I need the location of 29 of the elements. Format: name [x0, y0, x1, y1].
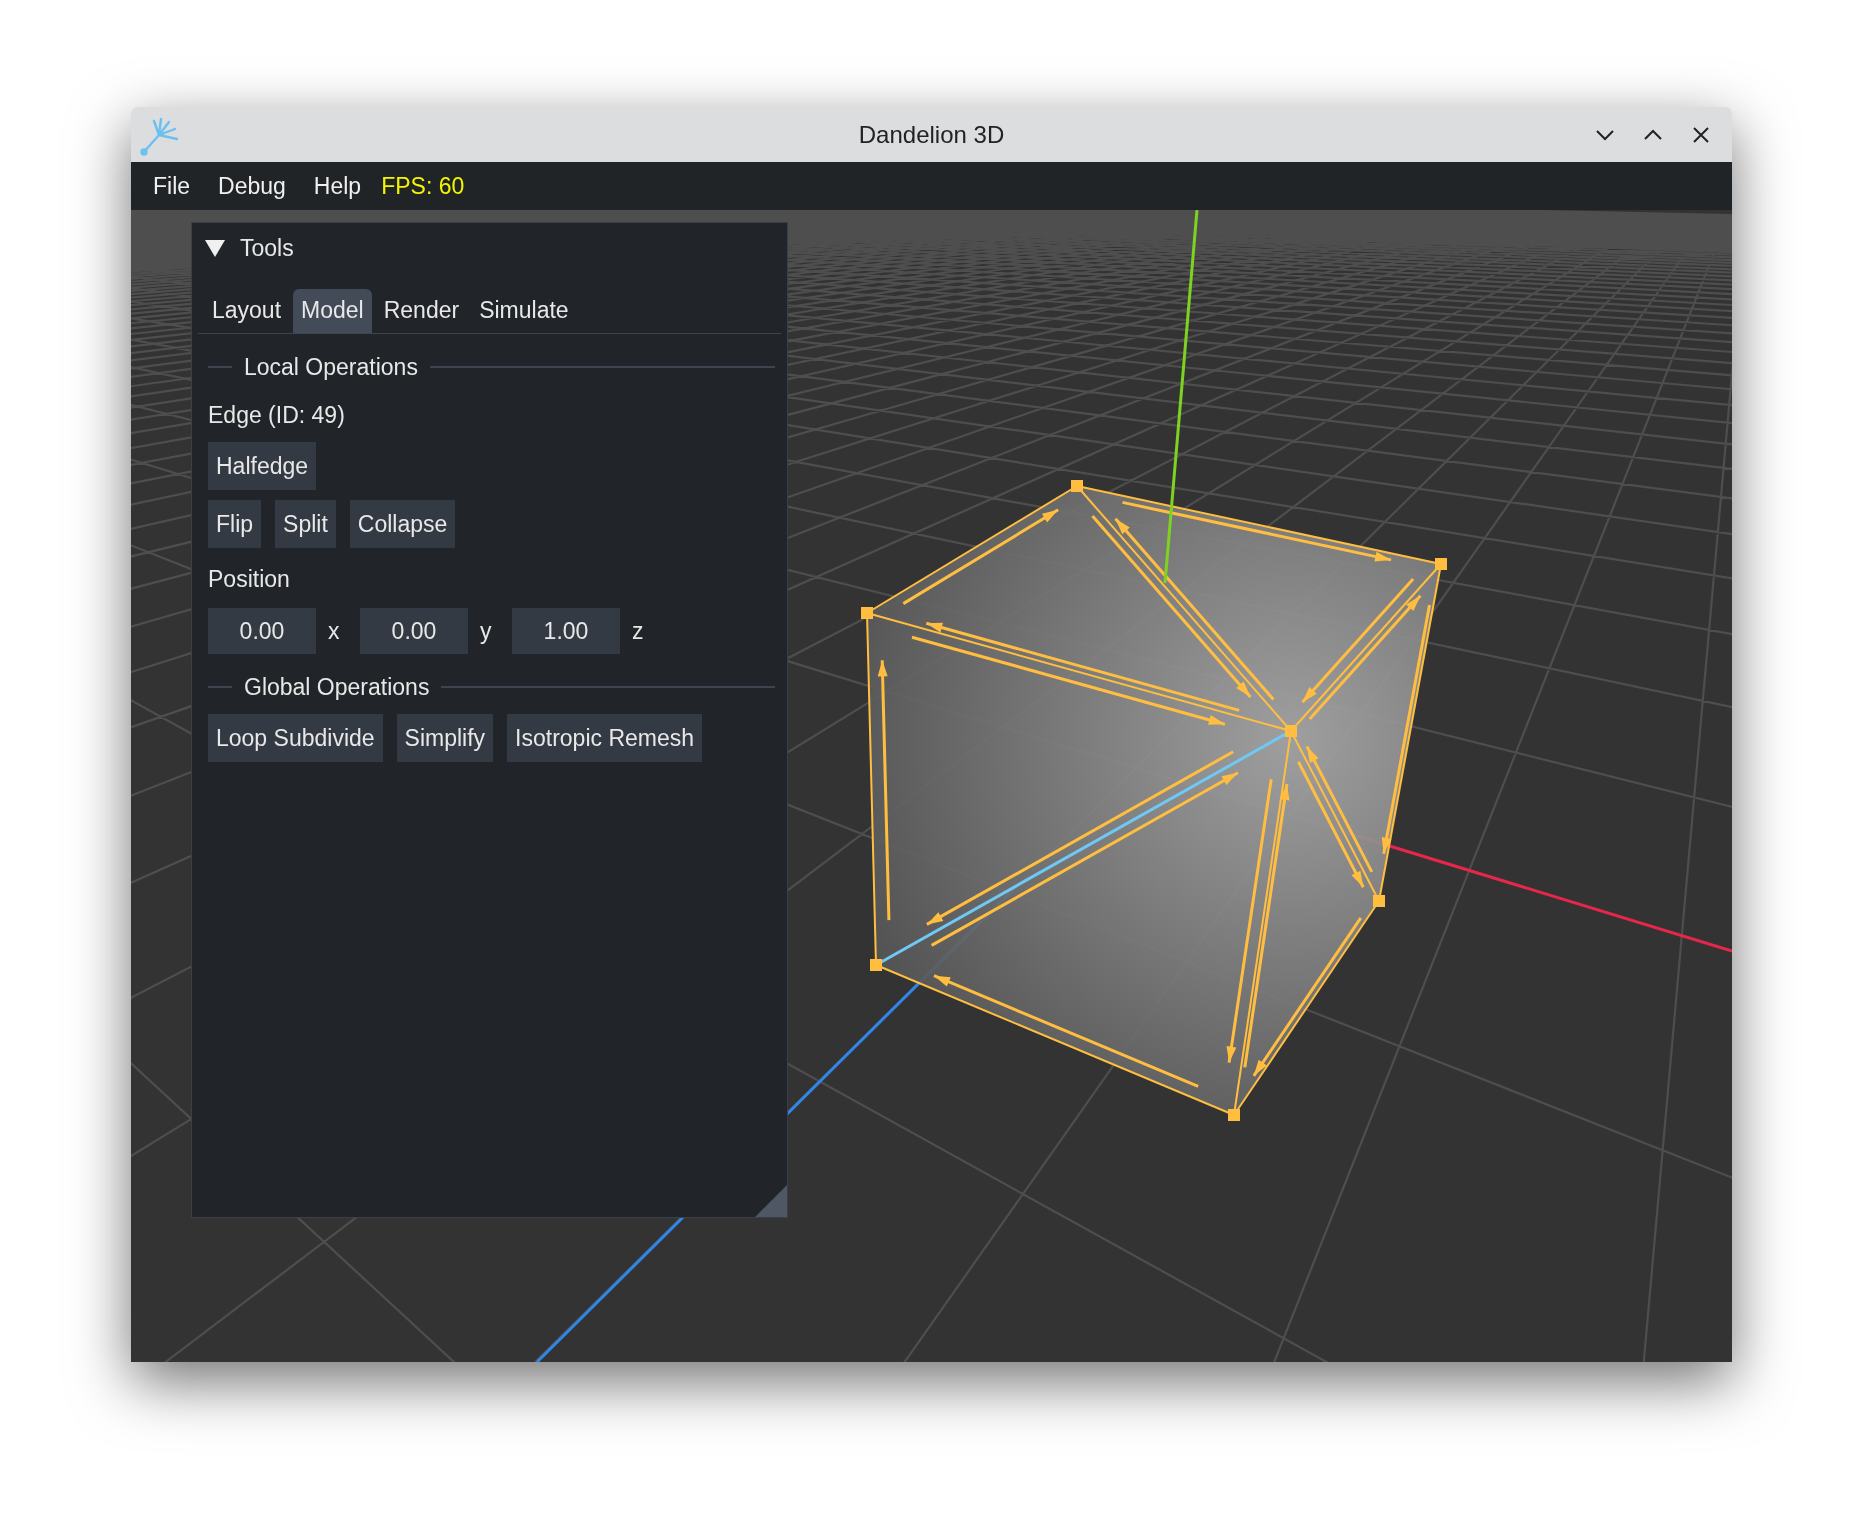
axis-label: x	[328, 617, 341, 645]
action-button[interactable]: Split	[275, 500, 336, 548]
field-label: Edge (ID: 49)	[208, 401, 346, 430]
panel-title: Tools	[240, 234, 294, 262]
fps-counter: FPS: 60	[380, 172, 465, 200]
action-button[interactable]: Simplify	[396, 714, 494, 762]
number-field[interactable]: 0.00	[208, 608, 316, 654]
action-button[interactable]: Flip	[208, 500, 262, 548]
tab[interactable]: Layout	[204, 289, 290, 333]
section-heading: Global Operations	[244, 673, 430, 701]
action-button[interactable]: Loop Subdivide	[208, 714, 383, 762]
action-button[interactable]: Collapse	[349, 500, 456, 548]
action-button[interactable]: Isotropic Remesh	[507, 714, 703, 762]
collapse-triangle-icon[interactable]	[204, 238, 226, 258]
menu-item[interactable]: Debug	[204, 172, 300, 200]
tab[interactable]: Simulate	[471, 289, 577, 333]
number-field[interactable]: 1.00	[512, 608, 620, 654]
tab[interactable]: Render	[375, 289, 468, 333]
menu-item[interactable]: File	[139, 172, 205, 200]
action-button[interactable]: Halfedge	[208, 442, 317, 490]
axis-label: y	[480, 617, 493, 645]
axis-label: z	[632, 617, 645, 645]
menu-item[interactable]: Help	[299, 172, 376, 200]
number-field[interactable]: 0.00	[360, 608, 468, 654]
window-title: Dandelion 3D	[858, 120, 1005, 148]
resize-grip[interactable]	[755, 1185, 787, 1217]
field-label: Position	[208, 565, 291, 594]
tab[interactable]: Model	[293, 289, 372, 333]
section-heading: Local Operations	[244, 353, 418, 381]
